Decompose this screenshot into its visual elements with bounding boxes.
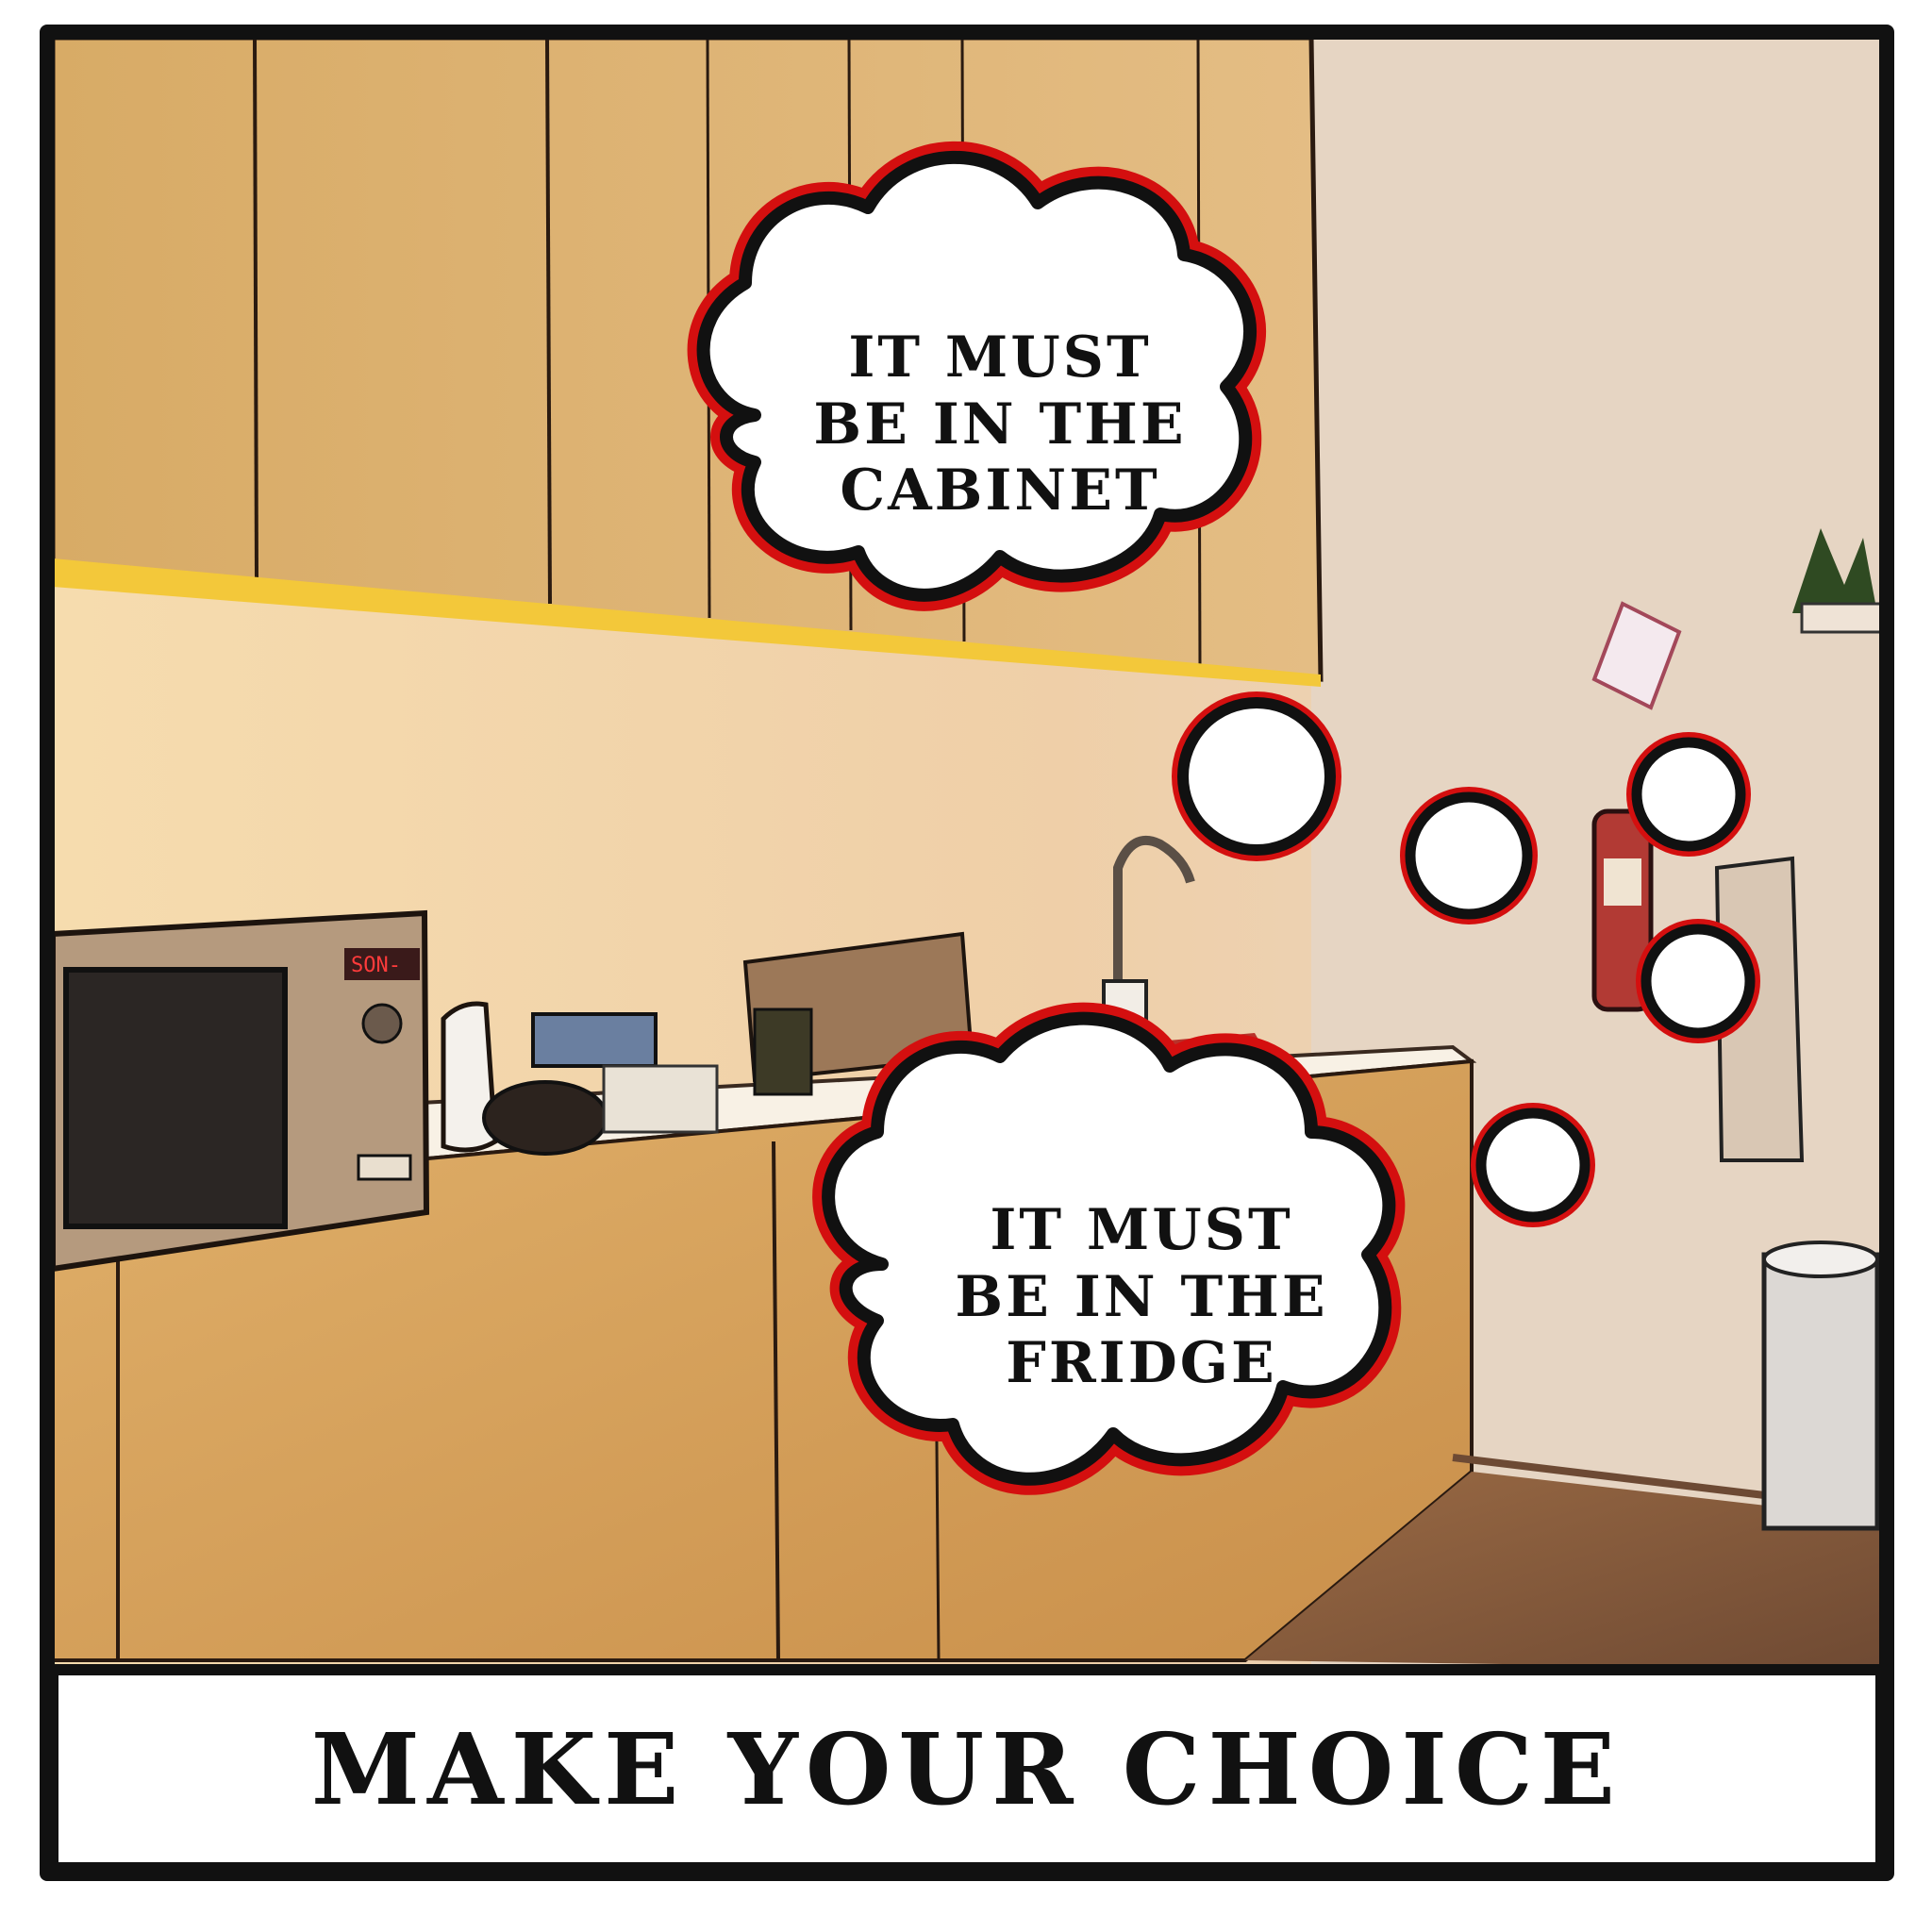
- rubbish-bin: [1761, 1241, 1880, 1531]
- microwave-display: SON-: [351, 954, 401, 977]
- comic-panel: SON- IT MUST BE IN THE CABINET IT MUST B…: [0, 0, 1932, 1932]
- trail-circle: [1631, 737, 1746, 852]
- basket: [602, 1064, 719, 1134]
- trail-circle: [1177, 697, 1336, 856]
- microwave: SON-: [50, 909, 430, 1273]
- kitchen-scene: SON-: [40, 25, 1894, 1881]
- caption-text: MAKE YOUR CHOICE: [310, 1710, 1624, 1827]
- trail-circle: [1405, 791, 1533, 920]
- choice-cabinet-text[interactable]: IT MUST BE IN THE CABINET: [755, 302, 1245, 547]
- trail-circle: [1641, 924, 1756, 1039]
- storage-box: [531, 1012, 658, 1068]
- bowl: [482, 1080, 608, 1156]
- tea-box: [753, 1008, 813, 1096]
- cabinet-seam: [253, 37, 258, 578]
- choice-fridge-text[interactable]: IT MUST BE IN THE FRIDGE: [877, 1174, 1406, 1420]
- trail-circle: [1475, 1108, 1591, 1223]
